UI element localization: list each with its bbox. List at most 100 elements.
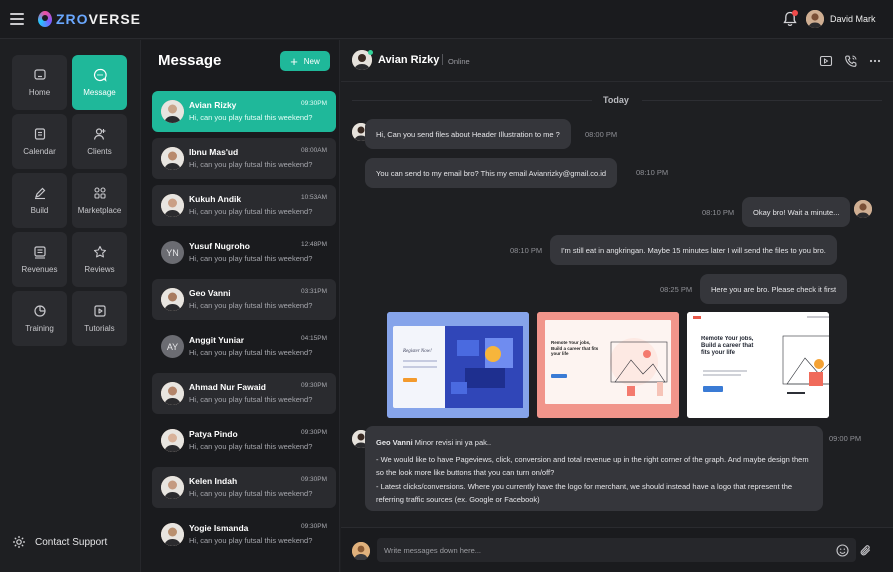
phone-call-icon[interactable] [844,54,858,68]
nav-home[interactable]: Home [12,55,67,110]
build-icon [34,187,45,200]
conversation-avatar [161,147,184,170]
divider-line-left [352,100,592,101]
marketplace-icon [93,187,106,199]
brand-logo[interactable]: ZROVERSE [38,10,141,28]
nav-revenues-label: Revenues [21,265,58,274]
logo-mark-icon [38,11,52,27]
tutorials-icon [93,305,106,317]
new-message-button[interactable]: + New [280,51,330,71]
conversation-item[interactable]: Avian Rizky 09:30PM Hi, can you play futsa… [152,91,336,132]
message-list-title: Message [158,52,222,69]
conversation-item[interactable]: AY Anggit Yuniar 04:15PM Hi, can you play f… [152,326,336,367]
brand-suffix: VERSE [88,11,142,27]
message-input[interactable] [377,538,856,562]
nav-clients[interactable]: Clients [72,114,127,169]
conversation-time: 03:31PM [300,288,327,295]
nav-reviews[interactable]: Reviews [72,232,127,287]
message-author: Geo Vanni [376,438,413,447]
message-time: 08:10 PM [636,168,669,177]
conversation-item[interactable]: Kelen Indah 09:30PM Hi, can you play futsa… [152,467,336,508]
nav-revenues[interactable]: Revenues [12,232,67,287]
conversation-time: 08:00AM [300,147,327,154]
conversation-name: Patya Pindo [189,429,238,439]
conversation-avatar [161,429,184,452]
conversation-time: 09:30PM [300,476,327,483]
conversation-preview: Hi, can you play futsal this weekend? [189,254,313,263]
revenues-icon [33,246,46,259]
conversation-item[interactable]: Ahmad Nur Fawaid 09:30PM Hi, can you play … [152,373,336,414]
message-bubble-outgoing: I'm still eat in angkringan. Maybe 15 mi… [550,235,837,265]
message-text: Here you are bro. Please check it first [711,284,837,294]
nav-training[interactable]: Training [12,291,67,346]
conversation-time: 09:30PM [300,100,327,107]
message-time: 08:00 PM [585,130,618,139]
message-text: You can send to my email bro? This my em… [376,168,607,178]
message-composer [341,527,893,572]
conversation-time: 09:30PM [300,382,327,389]
conversation-preview: Hi, can you play futsal this weekend? [189,207,313,216]
emoji-icon[interactable] [836,544,849,557]
conversation-name: Yusuf Nugroho [189,241,250,251]
message-line: - Latest clicks/conversions. Where you c… [376,481,793,505]
menu-icon[interactable] [10,13,24,25]
conversation-avatar: YN [161,241,184,264]
conversation-name: Avian Rizky [189,100,237,110]
chat-header: Avian Rizky Online [341,40,893,82]
conversation-time: 09:30PM [300,429,327,436]
conversation-item[interactable]: Ibnu Mas'ud 08:00AM Hi, can you play futsa… [152,138,336,179]
user-avatar[interactable] [806,10,824,28]
attachment-image[interactable]: Register Now! [387,312,529,418]
conversation-avatar [161,100,184,123]
nav-calendar-label: Calendar [23,147,56,156]
conversation-name: Ahmad Nur Fawaid [189,382,266,392]
attachment-image[interactable]: Remote Your jobs, Build a career that fi… [687,312,829,418]
nav-build-label: Build [30,206,49,215]
star-icon [93,245,106,258]
contact-name: Avian Rizky [378,54,440,66]
conversation-preview: Hi, can you play futsal this weekend? [189,348,313,357]
message-icon [93,68,107,82]
nav-home-label: Home [28,88,51,97]
conversation-preview: Hi, can you play futsal this weekend? [189,536,313,545]
conversation-item[interactable]: Yogie Ismanda 09:30PM Hi, can you play fut… [152,514,336,555]
message-time: 09:00 PM [829,434,862,443]
nav-training-label: Training [25,324,54,333]
conversation-time: 10:53AM [300,194,327,201]
conversation-item[interactable]: YN Yusuf Nugroho 12:48PM Hi, can you play f… [152,232,336,273]
nav-tutorials[interactable]: Tutorials [72,291,127,346]
user-name[interactable]: David Mark [830,14,876,24]
conversation-preview: Hi, can you play futsal this weekend? [189,160,313,169]
nav-build[interactable]: Build [12,173,67,228]
conversation-item[interactable]: Patya Pindo 09:30PM Hi, can you play futsa… [152,420,336,461]
nav-tutorials-label: Tutorials [84,324,115,333]
nav-reviews-label: Reviews [84,265,115,274]
contact-support-label: Contact Support [35,536,108,548]
notification-dot [792,10,798,16]
video-call-icon[interactable] [819,54,833,68]
contact-status: Online [448,57,470,66]
training-icon [33,305,46,317]
message-bubble-incoming: Hi, Can you send files about Header Illu… [365,119,571,149]
chat-panel: Avian Rizky Online Today Hi, Can you sen… [341,40,893,572]
conversation-preview: Hi, can you play futsal this weekend? [189,113,313,122]
conversation-item[interactable]: Kukuh Andik 10:53AM Hi, can you play futsa… [152,185,336,226]
sidebar-nav: Home Message Calendar Clients Build Mark… [0,40,140,572]
conversation-item[interactable]: Geo Vanni 03:31PM Hi, can you play futsal … [152,279,336,320]
home-icon [33,69,46,80]
attachment-image[interactable]: Remote Your jobs, Build a career that fi… [537,312,679,418]
conversation-time: 09:30PM [300,523,327,530]
composer-avatar [352,542,370,561]
day-divider: Today [341,94,893,106]
conversation-name: Kukuh Andik [189,194,242,204]
nav-marketplace[interactable]: Marketplace [72,173,127,228]
message-text: Hi, Can you send files about Header Illu… [376,129,560,139]
nav-message[interactable]: Message [72,55,127,110]
attach-icon[interactable] [859,544,872,557]
message-time: 08:25 PM [660,285,693,294]
message-bubble-outgoing: Here you are bro. Please check it first [700,274,848,304]
nav-calendar[interactable]: Calendar [12,114,67,169]
nav-marketplace-label: Marketplace [77,206,122,215]
contact-support-link[interactable]: Contact Support [12,535,107,549]
more-options-icon[interactable] [868,54,882,68]
